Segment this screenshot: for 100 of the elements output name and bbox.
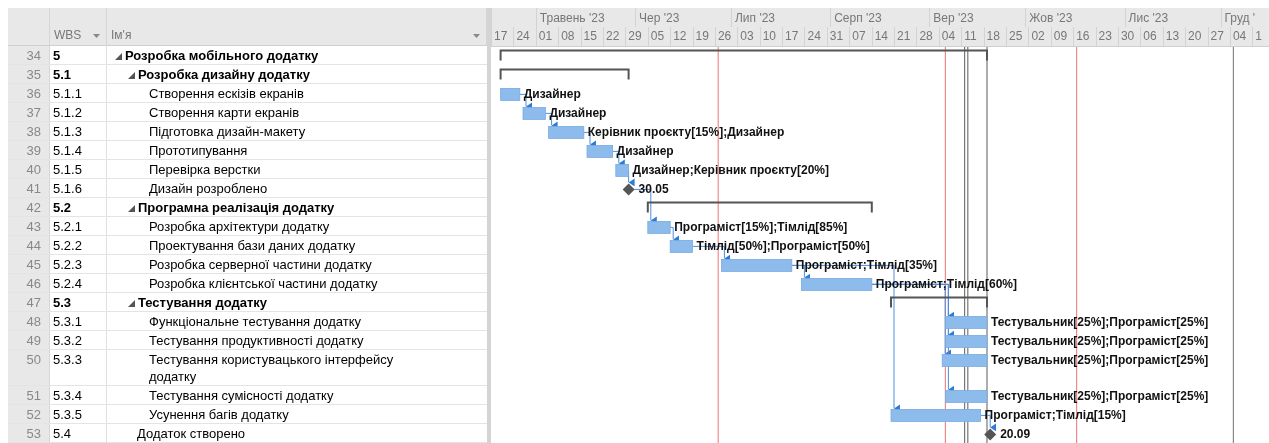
- wbs-cell: 5.3.4: [50, 386, 107, 404]
- wbs-cell: 5.1.2: [50, 103, 107, 121]
- row-number: 47: [8, 293, 50, 311]
- milestone-diamond[interactable]: [622, 183, 635, 196]
- expand-icon[interactable]: [115, 53, 122, 60]
- week-label: 09: [1053, 29, 1068, 43]
- wbs-cell: 5.2.4: [50, 274, 107, 292]
- task-bar[interactable]: [615, 164, 629, 177]
- summary-bar[interactable]: [890, 296, 988, 309]
- task-bar[interactable]: [890, 409, 981, 422]
- row-number: 37: [8, 103, 50, 121]
- month-label: Лис '23: [1128, 11, 1169, 25]
- task-name: Створення карти екранів: [149, 104, 300, 121]
- task-bar[interactable]: [945, 390, 988, 403]
- wbs-cell: 5.2.2: [50, 236, 107, 254]
- wbs-cell: 5.3.2: [50, 331, 107, 349]
- milestone-date: 20.09: [1000, 427, 1031, 442]
- row-number: 46: [8, 274, 50, 292]
- row-number: 52: [8, 405, 50, 423]
- task-bar[interactable]: [548, 126, 585, 139]
- task-bar[interactable]: [721, 259, 793, 272]
- resource-label: Дизайнер: [549, 106, 607, 121]
- resource-label: Тестувальник[25%];Програміст[25%]: [991, 334, 1209, 349]
- resource-label: Програміст[15%];Тімлід[85%]: [674, 220, 848, 235]
- task-bar[interactable]: [801, 278, 873, 291]
- week-label: 21: [897, 29, 911, 43]
- task-name: Розробка дизайну додатку: [138, 66, 310, 83]
- resource-label: Керівник проєкту[15%];Дизайнер: [587, 125, 785, 140]
- wbs-cell: 5.3: [50, 293, 107, 311]
- task-name: Підготовка дизайн-макету: [149, 123, 306, 140]
- row-number: 38: [8, 122, 50, 140]
- summary-bar[interactable]: [646, 201, 873, 214]
- month-label: Лип '23: [735, 11, 776, 25]
- dropdown-caret-icon[interactable]: [93, 34, 100, 38]
- task-bar[interactable]: [669, 240, 693, 253]
- wbs-cell: 5.2.1: [50, 217, 107, 235]
- row-number: 51: [8, 386, 50, 404]
- row-number: 48: [8, 312, 50, 330]
- expand-icon[interactable]: [128, 300, 135, 307]
- week-label: 10: [762, 29, 777, 43]
- week-label: 28: [919, 29, 933, 43]
- task-bar[interactable]: [647, 221, 671, 234]
- task-name: Розробка архітектури додатку: [149, 218, 330, 235]
- resource-label: Тестувальник[25%];Програміст[25%]: [991, 353, 1209, 368]
- task-name: Функціональне тестування додатку: [149, 313, 362, 330]
- row-number: 50: [8, 350, 50, 385]
- wbs-cell: 5.1.6: [50, 179, 107, 197]
- week-label: 20: [1188, 29, 1202, 43]
- task-name: Створення ескізів екранів: [149, 85, 304, 102]
- row-number: 41: [8, 179, 50, 197]
- task-name: Розробка серверної частини додатку: [149, 256, 372, 273]
- milestone-diamond[interactable]: [984, 428, 997, 441]
- task-bar[interactable]: [522, 107, 546, 120]
- task-bar[interactable]: [941, 354, 988, 367]
- week-label: 30: [1120, 29, 1135, 43]
- task-name: Проектування бази даних додатку: [149, 237, 356, 254]
- wbs-cell: 5: [50, 46, 107, 64]
- resource-label: Тестувальник[25%];Програміст[25%]: [991, 389, 1209, 404]
- row-number: 35: [8, 65, 50, 83]
- row-number: 44: [8, 236, 50, 254]
- week-label: 24: [807, 29, 821, 43]
- month-label: Груд ': [1224, 11, 1256, 25]
- week-label: 15: [583, 29, 597, 43]
- column-header[interactable]: WBS: [50, 8, 107, 45]
- row-number: 53: [8, 424, 50, 442]
- expand-icon[interactable]: [128, 205, 135, 212]
- month-label: Чер '23: [639, 11, 680, 25]
- task-name: Розробка клієнтської частини додатку: [149, 275, 378, 292]
- week-label: 05: [650, 29, 665, 43]
- resource-label: Програміст;Тімлід[15%]: [984, 408, 1126, 423]
- dropdown-caret-icon[interactable]: [473, 34, 480, 38]
- task-bar[interactable]: [945, 316, 988, 329]
- week-label: 12: [673, 29, 687, 43]
- task-name: Програмна реалізація додатку: [138, 199, 335, 216]
- task-name: Тестування додатку: [138, 294, 268, 311]
- month-label: Вер '23: [933, 11, 974, 25]
- week-label: 17: [494, 29, 508, 43]
- task-bar[interactable]: [586, 145, 613, 158]
- task-bar[interactable]: [500, 88, 521, 101]
- task-name: Тестування користувацького інтерфейсу додатку: [149, 351, 395, 385]
- week-label: 14: [874, 29, 888, 43]
- task-name: Усунення багів додатку: [149, 406, 289, 423]
- task-name: Дизайн розроблено: [149, 180, 268, 197]
- task-name: Тестування сумісності додатку: [149, 387, 334, 404]
- week-label: 25: [1009, 29, 1023, 43]
- week-label: 16: [1076, 29, 1090, 43]
- wbs-cell: 5.3.3: [50, 350, 107, 385]
- row-number: 49: [8, 331, 50, 349]
- row-number: 42: [8, 198, 50, 216]
- summary-bar[interactable]: [499, 68, 630, 81]
- resource-label: Дизайнер;Керівник проєкту[20%]: [632, 163, 830, 178]
- week-label: 07: [852, 29, 866, 43]
- row-number: 40: [8, 160, 50, 178]
- row-number: 45: [8, 255, 50, 273]
- summary-bar[interactable]: [499, 49, 988, 62]
- task-name: Перевірка верстки: [149, 161, 261, 178]
- month-label: Серп '23: [834, 11, 882, 25]
- expand-icon[interactable]: [128, 72, 135, 79]
- wbs-cell: 5.3.5: [50, 405, 107, 423]
- task-bar[interactable]: [945, 335, 988, 348]
